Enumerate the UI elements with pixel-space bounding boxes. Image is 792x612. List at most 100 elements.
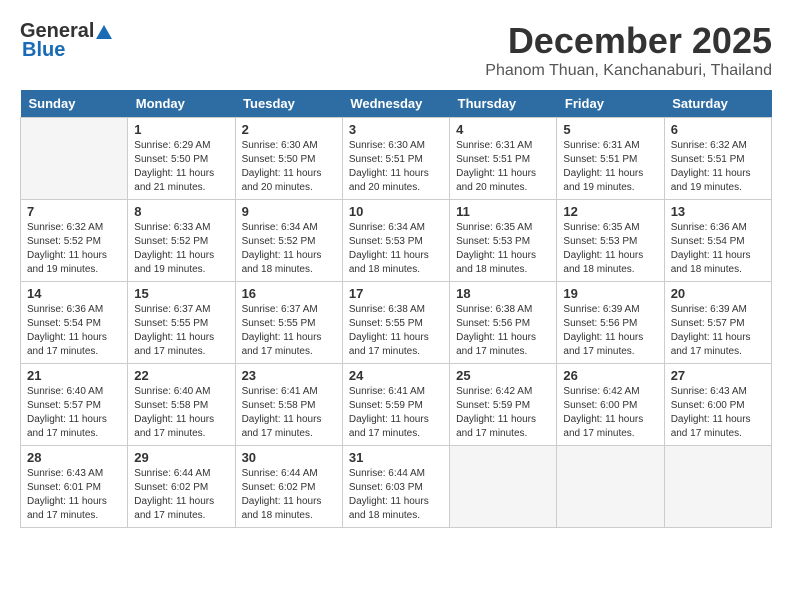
day-info: Sunrise: 6:42 AM Sunset: 6:00 PM Dayligh… [563, 385, 657, 441]
header-sunday: Sunday [21, 90, 128, 118]
calendar-cell [21, 118, 128, 200]
day-number: 27 [671, 368, 765, 383]
day-info: Sunrise: 6:34 AM Sunset: 5:52 PM Dayligh… [242, 221, 336, 277]
header-tuesday: Tuesday [235, 90, 342, 118]
day-info: Sunrise: 6:36 AM Sunset: 5:54 PM Dayligh… [27, 303, 121, 359]
day-number: 24 [349, 368, 443, 383]
header-thursday: Thursday [450, 90, 557, 118]
day-info: Sunrise: 6:41 AM Sunset: 5:58 PM Dayligh… [242, 385, 336, 441]
day-info: Sunrise: 6:44 AM Sunset: 6:02 PM Dayligh… [242, 467, 336, 523]
calendar-cell: 16Sunrise: 6:37 AM Sunset: 5:55 PM Dayli… [235, 282, 342, 364]
day-number: 7 [27, 204, 121, 219]
calendar-cell: 13 Sunrise: 6:36 AM Sunset: 5:54 PM Dayli… [664, 200, 771, 282]
calendar-cell: 8 Sunrise: 6:33 AM Sunset: 5:52 PM Daylig… [128, 200, 235, 282]
header-wednesday: Wednesday [342, 90, 449, 118]
day-info: Sunrise: 6:39 AM Sunset: 5:57 PM Dayligh… [671, 303, 765, 359]
day-info: Sunrise: 6:35 AM Sunset: 5:53 PM Dayligh… [563, 221, 657, 277]
day-info: Sunrise: 6:41 AM Sunset: 5:59 PM Dayligh… [349, 385, 443, 441]
header-saturday: Saturday [664, 90, 771, 118]
calendar-cell: 3 Sunrise: 6:30 AM Sunset: 5:51 PM Daylig… [342, 118, 449, 200]
calendar-cell: 24 Sunrise: 6:41 AM Sunset: 5:59 PM Dayli… [342, 364, 449, 446]
calendar-cell: 15Sunrise: 6:37 AM Sunset: 5:55 PM Dayli… [128, 282, 235, 364]
calendar-cell [664, 446, 771, 528]
day-info: Sunrise: 6:30 AM Sunset: 5:51 PM Dayligh… [349, 139, 443, 195]
day-number: 11 [456, 204, 550, 219]
calendar-cell: 19 Sunrise: 6:39 AM Sunset: 5:56 PM Dayli… [557, 282, 664, 364]
day-number: 17 [349, 286, 443, 301]
day-info: Sunrise: 6:36 AM Sunset: 5:54 PM Dayligh… [671, 221, 765, 277]
logo-blue: Blue [22, 39, 65, 62]
day-info: Sunrise: 6:29 AM Sunset: 5:50 PM Dayligh… [134, 139, 228, 195]
day-info: Sunrise: 6:44 AM Sunset: 6:02 PM Dayligh… [134, 467, 228, 523]
day-info: Sunrise: 6:34 AM Sunset: 5:53 PM Dayligh… [349, 221, 443, 277]
calendar-cell: 11 Sunrise: 6:35 AM Sunset: 5:53 PM Dayli… [450, 200, 557, 282]
calendar-cell: 23 Sunrise: 6:41 AM Sunset: 5:58 PM Dayli… [235, 364, 342, 446]
day-number: 14 [27, 286, 121, 301]
week-row-4: 21 Sunrise: 6:40 AM Sunset: 5:57 PM Dayli… [21, 364, 772, 446]
day-info: Sunrise: 6:33 AM Sunset: 5:52 PM Dayligh… [134, 221, 228, 277]
day-info: Sunrise: 6:38 AM Sunset: 5:56 PM Dayligh… [456, 303, 550, 359]
calendar-cell: 31Sunrise: 6:44 AM Sunset: 6:03 PM Dayli… [342, 446, 449, 528]
week-row-3: 14 Sunrise: 6:36 AM Sunset: 5:54 PM Dayli… [21, 282, 772, 364]
day-number: 28 [27, 450, 121, 465]
calendar-cell: 5Sunrise: 6:31 AM Sunset: 5:51 PM Daylig… [557, 118, 664, 200]
calendar-cell: 4 Sunrise: 6:31 AM Sunset: 5:51 PM Daylig… [450, 118, 557, 200]
day-info: Sunrise: 6:42 AM Sunset: 5:59 PM Dayligh… [456, 385, 550, 441]
day-number: 12 [563, 204, 657, 219]
day-info: Sunrise: 6:43 AM Sunset: 6:00 PM Dayligh… [671, 385, 765, 441]
calendar-header-row: SundayMondayTuesdayWednesdayThursdayFrid… [21, 90, 772, 118]
day-number: 15 [134, 286, 228, 301]
day-number: 21 [27, 368, 121, 383]
calendar-cell: 12 Sunrise: 6:35 AM Sunset: 5:53 PM Dayli… [557, 200, 664, 282]
day-number: 9 [242, 204, 336, 219]
calendar-cell: 21 Sunrise: 6:40 AM Sunset: 5:57 PM Dayli… [21, 364, 128, 446]
day-info: Sunrise: 6:35 AM Sunset: 5:53 PM Dayligh… [456, 221, 550, 277]
calendar-cell: 18 Sunrise: 6:38 AM Sunset: 5:56 PM Dayli… [450, 282, 557, 364]
day-info: Sunrise: 6:30 AM Sunset: 5:50 PM Dayligh… [242, 139, 336, 195]
week-row-1: 1 Sunrise: 6:29 AM Sunset: 5:50 PM Daylig… [21, 118, 772, 200]
logo: General Blue [20, 20, 114, 62]
day-info: Sunrise: 6:40 AM Sunset: 5:57 PM Dayligh… [27, 385, 121, 441]
day-number: 4 [456, 122, 550, 137]
calendar-cell: 7 Sunrise: 6:32 AM Sunset: 5:52 PM Daylig… [21, 200, 128, 282]
calendar-cell: 22Sunrise: 6:40 AM Sunset: 5:58 PM Dayli… [128, 364, 235, 446]
day-number: 18 [456, 286, 550, 301]
calendar-cell [557, 446, 664, 528]
calendar-cell: 14 Sunrise: 6:36 AM Sunset: 5:54 PM Dayli… [21, 282, 128, 364]
calendar-subtitle: Phanom Thuan, Kanchanaburi, Thailand [485, 62, 772, 80]
day-info: Sunrise: 6:31 AM Sunset: 5:51 PM Dayligh… [456, 139, 550, 195]
calendar-cell: 28 Sunrise: 6:43 AM Sunset: 6:01 PM Dayli… [21, 446, 128, 528]
day-number: 23 [242, 368, 336, 383]
calendar-cell: 1 Sunrise: 6:29 AM Sunset: 5:50 PM Daylig… [128, 118, 235, 200]
day-info: Sunrise: 6:39 AM Sunset: 5:56 PM Dayligh… [563, 303, 657, 359]
title-area: December 2025 Phanom Thuan, Kanchanaburi… [485, 20, 772, 80]
day-number: 13 [671, 204, 765, 219]
day-number: 19 [563, 286, 657, 301]
calendar-cell: 6Sunrise: 6:32 AM Sunset: 5:51 PM Daylig… [664, 118, 771, 200]
day-number: 26 [563, 368, 657, 383]
header-friday: Friday [557, 90, 664, 118]
day-info: Sunrise: 6:38 AM Sunset: 5:55 PM Dayligh… [349, 303, 443, 359]
day-info: Sunrise: 6:43 AM Sunset: 6:01 PM Dayligh… [27, 467, 121, 523]
calendar-cell [450, 446, 557, 528]
calendar-table: SundayMondayTuesdayWednesdayThursdayFrid… [20, 90, 772, 528]
day-info: Sunrise: 6:44 AM Sunset: 6:03 PM Dayligh… [349, 467, 443, 523]
day-number: 3 [349, 122, 443, 137]
day-number: 2 [242, 122, 336, 137]
day-number: 10 [349, 204, 443, 219]
calendar-cell: 30Sunrise: 6:44 AM Sunset: 6:02 PM Dayli… [235, 446, 342, 528]
logo-icon [95, 23, 113, 41]
day-number: 1 [134, 122, 228, 137]
calendar-cell: 26 Sunrise: 6:42 AM Sunset: 6:00 PM Dayli… [557, 364, 664, 446]
calendar-cell: 10 Sunrise: 6:34 AM Sunset: 5:53 PM Dayli… [342, 200, 449, 282]
calendar-cell: 27 Sunrise: 6:43 AM Sunset: 6:00 PM Dayli… [664, 364, 771, 446]
calendar-cell: 29Sunrise: 6:44 AM Sunset: 6:02 PM Dayli… [128, 446, 235, 528]
day-number: 25 [456, 368, 550, 383]
day-number: 8 [134, 204, 228, 219]
calendar-title: December 2025 [485, 20, 772, 62]
week-row-5: 28 Sunrise: 6:43 AM Sunset: 6:01 PM Dayli… [21, 446, 772, 528]
day-info: Sunrise: 6:40 AM Sunset: 5:58 PM Dayligh… [134, 385, 228, 441]
day-number: 20 [671, 286, 765, 301]
day-info: Sunrise: 6:37 AM Sunset: 5:55 PM Dayligh… [242, 303, 336, 359]
day-info: Sunrise: 6:32 AM Sunset: 5:52 PM Dayligh… [27, 221, 121, 277]
